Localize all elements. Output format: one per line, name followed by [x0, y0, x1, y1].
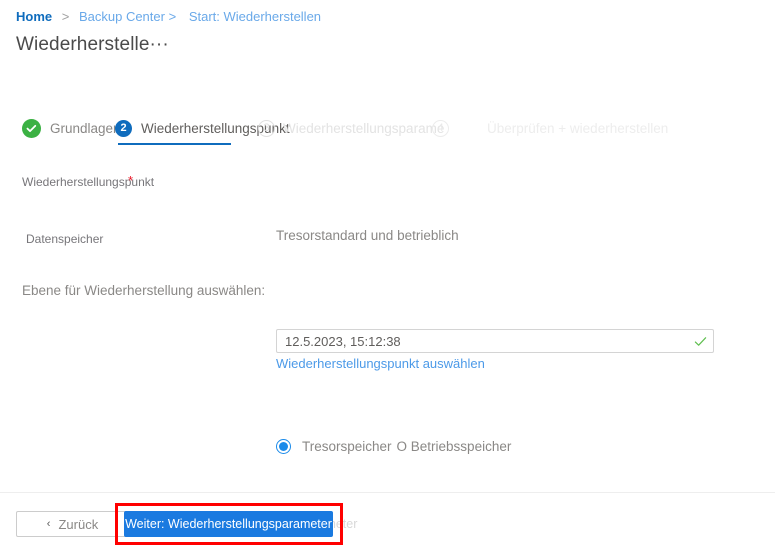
breadcrumb-separator-1: > — [61, 9, 70, 24]
page-title: Wiederherstelle··· — [16, 34, 169, 55]
wizard-step-ueberpruefen[interactable]: Überprüfen + wiederherstellen — [487, 112, 668, 144]
breadcrumb: Home > Backup Center > Start: Wiederhers… — [16, 8, 321, 26]
step-number-badge-4: 4 — [432, 119, 449, 137]
next-button-label: Weiter: Wiederherstellungsparameter — [125, 517, 332, 531]
radio-selected-icon[interactable] — [276, 439, 291, 454]
radio-dot — [279, 442, 288, 451]
back-button-label: Zurück — [58, 516, 99, 532]
recovery-point-input[interactable]: 12.5.2023, 15:12:38 — [276, 329, 714, 353]
wizard-step-label-3: Wiederherstellungsparame — [283, 120, 445, 136]
wizard-step-bar: Grundlagen 2 Wiederherstellungspunkt 3 W… — [0, 112, 775, 152]
breadcrumb-item-start-restore[interactable]: Start: Wiederherstellen — [189, 9, 321, 24]
wizard-step-badge-4[interactable]: 4 — [432, 112, 449, 144]
recovery-point-value: 12.5.2023, 15:12:38 — [285, 333, 401, 349]
breadcrumb-separator-2: > — [168, 9, 177, 24]
footer-divider — [0, 492, 775, 493]
radio-option-operational[interactable]: O Betriebsspeicher — [397, 439, 512, 454]
wizard-step-badge-2[interactable]: 2 — [115, 112, 132, 144]
step-number-badge-2: 2 — [115, 119, 132, 137]
recovery-point-label: Wiederherstellungspunkt — [22, 175, 155, 189]
wizard-step-grundlagen[interactable]: Grundlagen — [22, 112, 121, 144]
check-icon — [22, 118, 41, 138]
wizard-step-label-4: Überprüfen + wiederherstellen — [487, 120, 669, 136]
breadcrumb-item-backup-center[interactable]: Backup Center — [79, 9, 165, 24]
back-button[interactable]: ‹ Zurück — [16, 511, 129, 537]
restore-tier-label: Ebene für Wiederherstellung auswählen: — [22, 283, 266, 298]
step-number-badge-3: 3 — [258, 119, 275, 137]
wizard-step-badge-3[interactable]: 3 — [258, 112, 275, 144]
active-step-underline — [118, 143, 231, 145]
wizard-step-wiederherstellungsparameter[interactable]: Wiederherstellungsparame — [283, 112, 444, 144]
next-button[interactable]: Weiter: Wiederherstellungsparameter — [124, 511, 333, 537]
checkmark-icon — [694, 335, 707, 348]
required-asterisk-icon: * — [128, 173, 134, 188]
select-recovery-point-link[interactable]: Wiederherstellungspunkt auswählen — [276, 356, 485, 371]
radio-option-vault-standard[interactable]: Tresorspeicher — [302, 439, 392, 454]
data-store-value: Tresorstandard und betrieblich — [276, 228, 459, 243]
breadcrumb-item-home[interactable]: Home — [16, 9, 52, 24]
recovery-point-label-wrap: Wiederherstellungspunkt * — [22, 173, 155, 189]
wizard-step-label-1: Grundlagen — [50, 120, 121, 136]
chevron-left-icon: ‹ — [46, 518, 51, 530]
restore-tier-radio-group[interactable]: Tresorspeicher O Betriebsspeicher — [276, 439, 511, 454]
data-store-label: Datenspeicher — [26, 232, 104, 246]
